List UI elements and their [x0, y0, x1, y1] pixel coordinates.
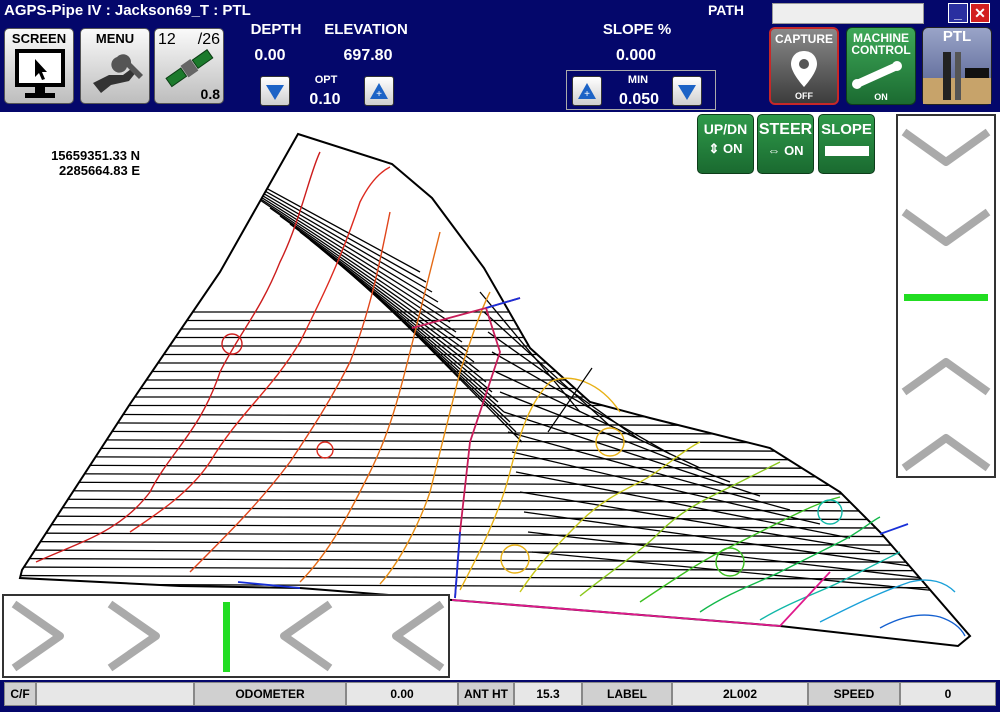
ant-ht-label: ANT HT	[458, 682, 514, 706]
screen-button[interactable]: SCREEN	[4, 28, 74, 104]
northing-value: 15659351.33 N	[51, 148, 140, 163]
path-input[interactable]	[772, 3, 924, 24]
arrow-down-icon	[266, 85, 284, 100]
up-down-arrows-icon: ⇕	[708, 141, 720, 156]
machine-control-button[interactable]: MACHINE CONTROL ON	[846, 27, 916, 105]
arrow-up-icon: +	[370, 83, 388, 100]
horizontal-guidance-panel	[2, 594, 450, 678]
close-button[interactable]: ✕	[970, 3, 990, 23]
monitor-cursor-icon	[15, 49, 65, 98]
path-label: PATH	[708, 2, 745, 18]
steer-toggle-button[interactable]: STEER ⇔ ON	[757, 114, 814, 174]
chevron-down-icon	[901, 208, 991, 246]
steer-indicator-bar	[223, 602, 230, 672]
excavator-arm-icon	[852, 61, 902, 89]
top-toolbar: AGPS-Pipe IV : Jackson69_T : PTL PATH _ …	[0, 0, 1000, 112]
satellites-used: 12	[158, 31, 176, 48]
capture-button[interactable]: CAPTURE OFF	[769, 27, 839, 105]
vertical-guidance-graphic	[901, 128, 991, 472]
easting-value: 2285664.83 E	[59, 163, 140, 178]
grade-indicator-bar	[904, 294, 988, 301]
slope-toggle-button[interactable]: SLOPE	[818, 114, 875, 174]
map-pin-icon	[791, 51, 817, 87]
left-right-arrows-icon: ⇔	[767, 143, 781, 158]
label-value: 2L002	[672, 682, 808, 706]
svg-text:+: +	[584, 89, 590, 100]
depth-value: 0.00	[254, 47, 286, 64]
steer-label: STEER	[758, 121, 813, 138]
updn-state: ON	[723, 141, 743, 156]
chevron-up-icon	[901, 358, 991, 396]
chevron-left-icon	[280, 600, 333, 672]
capture-label: CAPTURE	[774, 32, 833, 46]
min-value: 0.050	[618, 91, 660, 108]
slope-toggle-label: SLOPE	[821, 121, 872, 138]
arrow-down-icon	[678, 85, 696, 100]
vertical-guidance-panel	[896, 114, 996, 478]
depth-down-button[interactable]	[260, 76, 290, 106]
slope-down-button[interactable]	[672, 76, 702, 106]
satellite-icon	[165, 49, 214, 88]
slope-up-button[interactable]: +	[572, 76, 602, 106]
chevron-right-icon	[107, 600, 160, 672]
ant-ht-value: 15.3	[514, 682, 582, 706]
cf-value	[36, 682, 194, 706]
label-label: LABEL	[582, 682, 672, 706]
menu-button-label: MENU	[95, 31, 135, 46]
screen-button-label: SCREEN	[11, 31, 67, 46]
status-bar: C/F ODOMETER 0.00 ANT HT 15.3 LABEL 2L00…	[0, 680, 1000, 712]
updn-label: UP/DN	[703, 121, 748, 137]
depth-label: DEPTH	[250, 21, 302, 38]
minimize-button[interactable]: _	[948, 3, 968, 23]
cf-label: C/F	[4, 682, 36, 706]
opt-value: 0.10	[309, 91, 341, 108]
odometer-label: ODOMETER	[194, 682, 346, 706]
slope-label: SLOPE %	[602, 21, 672, 38]
ptl-button[interactable]: PTL	[922, 27, 992, 105]
gps-value: 0.8	[200, 86, 220, 102]
arrow-up-icon: +	[578, 83, 596, 100]
slope-bar-icon	[824, 146, 869, 156]
elevation-label: ELEVATION	[324, 21, 408, 38]
opt-label: OPT	[314, 74, 338, 86]
trench-icon	[923, 52, 991, 104]
depth-up-button[interactable]: +	[364, 76, 394, 106]
chevron-down-icon	[901, 128, 991, 166]
menu-button[interactable]: MENU	[80, 28, 150, 104]
machine-control-state: ON	[874, 92, 888, 102]
odometer-value: 0.00	[346, 682, 458, 706]
wrench-hand-icon	[93, 54, 143, 93]
capture-state: OFF	[795, 91, 813, 101]
horizontal-guidance-graphic	[11, 600, 445, 672]
speed-value: 0	[900, 682, 996, 706]
ptl-label: PTL	[942, 28, 972, 45]
gps-status-button[interactable]: 12 /26 0.8	[154, 28, 224, 104]
updn-toggle-button[interactable]: UP/DN ⇕ ON	[697, 114, 754, 174]
app-title: AGPS-Pipe IV : Jackson69_T : PTL	[4, 2, 251, 19]
speed-label: SPEED	[808, 682, 900, 706]
chevron-up-icon	[901, 434, 991, 472]
satellites-total: /26	[197, 31, 220, 48]
chevron-right-icon	[11, 600, 64, 672]
svg-text:+: +	[376, 89, 382, 100]
machine-control-label: MACHINE CONTROL	[851, 31, 911, 57]
chevron-left-icon	[392, 600, 445, 672]
min-label: MIN	[627, 74, 649, 86]
steer-state: ON	[784, 143, 804, 158]
coordinates-readout: 15659351.33 N 2285664.83 E	[36, 148, 140, 178]
elevation-value: 697.80	[343, 47, 393, 64]
slope-value: 0.000	[615, 47, 657, 64]
